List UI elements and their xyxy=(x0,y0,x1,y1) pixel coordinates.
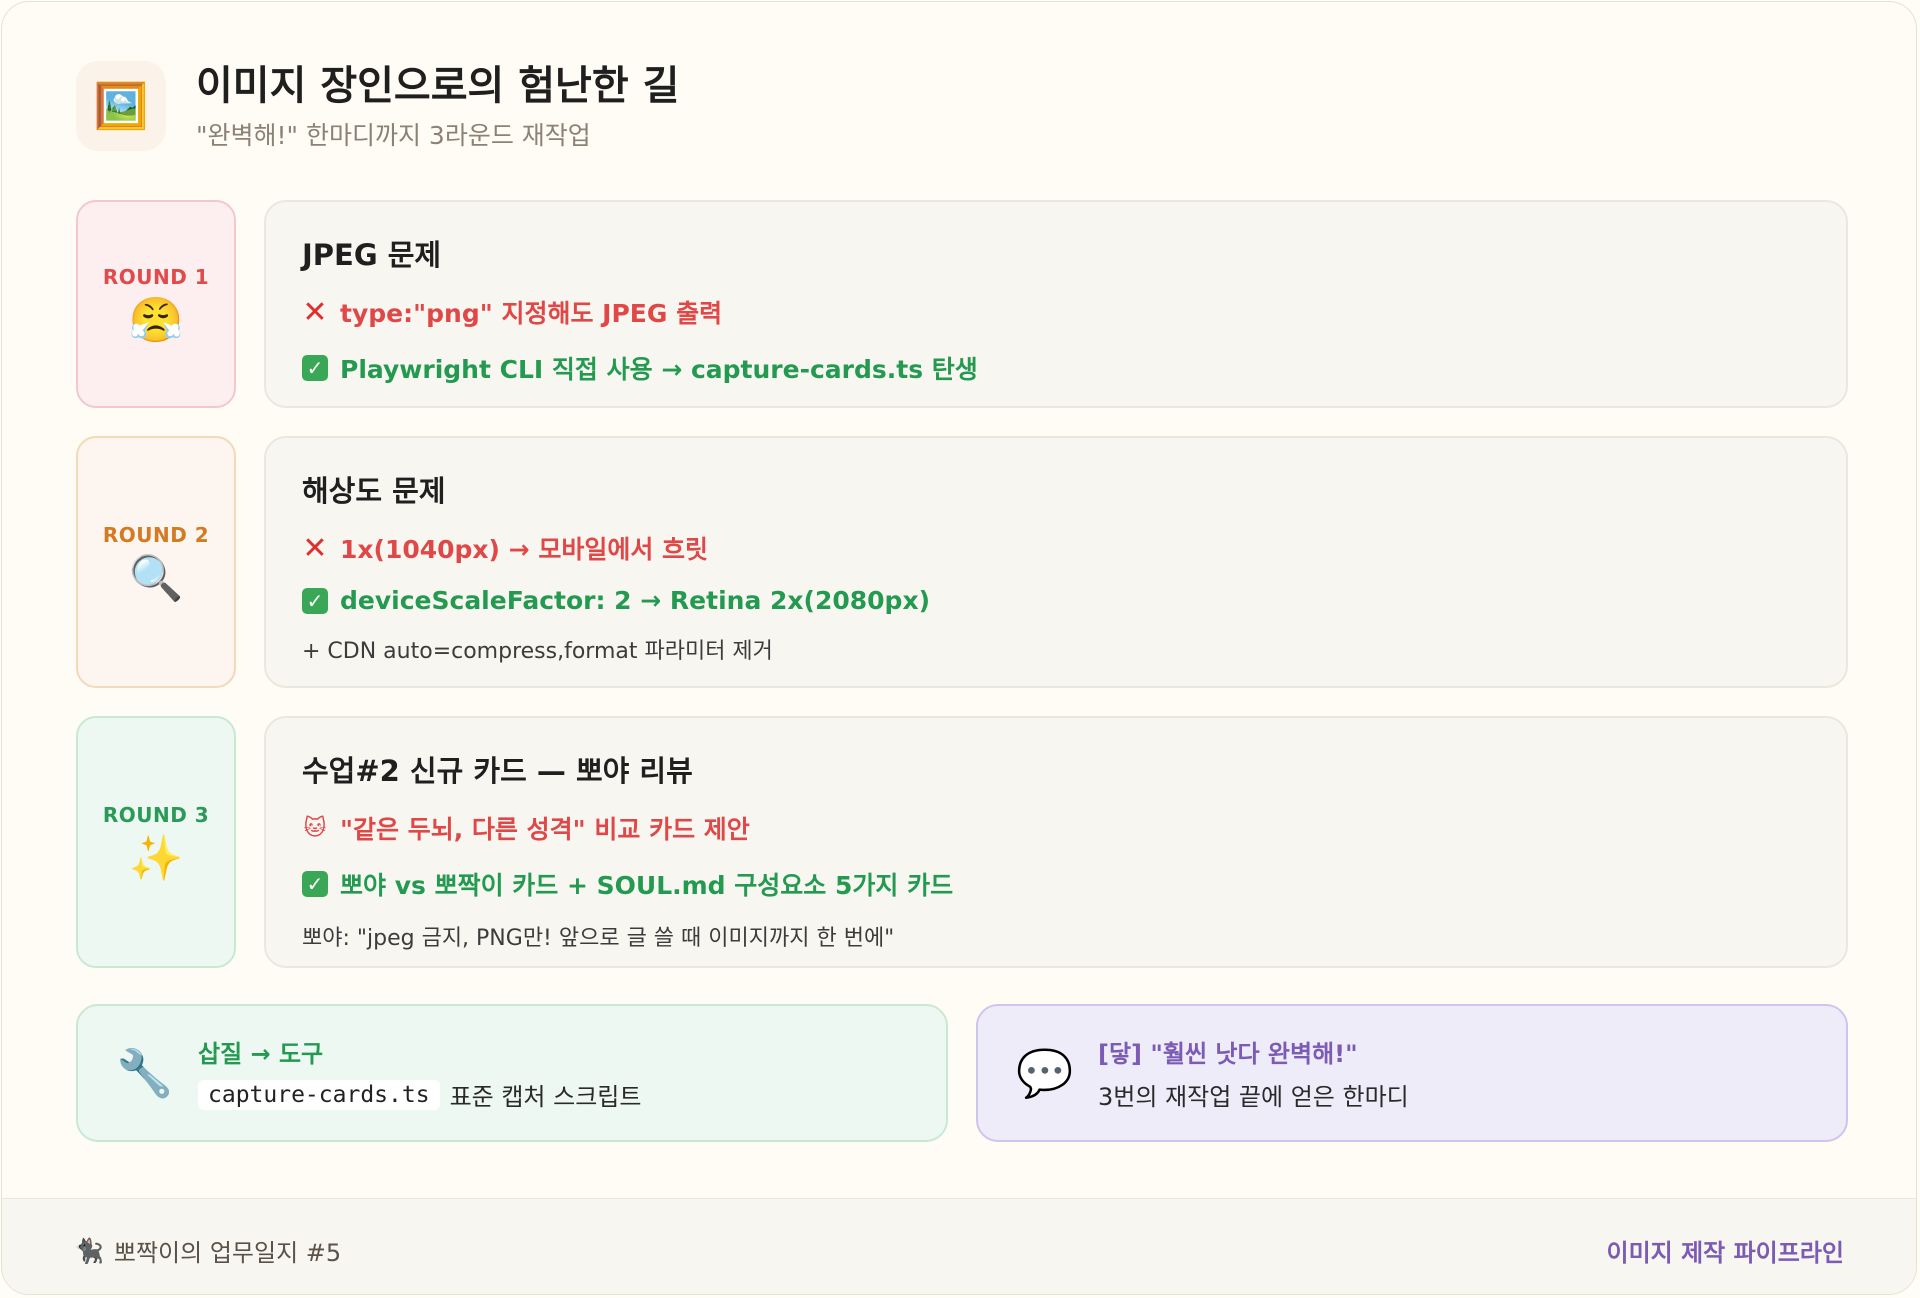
cross-mark-icon: ✕ xyxy=(302,530,328,566)
header-text: 이미지 장인으로의 험난한 길 "완벽해!" 한마디까지 3라운드 재작업 xyxy=(196,60,679,152)
problem-line: ✕ 1x(1040px) → 모바일에서 흐릿 xyxy=(302,530,1810,566)
check-mark-icon: ✓ xyxy=(302,355,328,381)
solution-line: ✓ Playwright CLI 직접 사용 → capture-cards.t… xyxy=(302,350,1810,386)
header: 🖼️ 이미지 장인으로의 험난한 길 "완벽해!" 한마디까지 3라운드 재작업 xyxy=(76,60,679,152)
suggestion-text: "같은 두뇌, 다른 성격" 비교 카드 제안 xyxy=(340,815,750,844)
round-2-badge: ROUND 2 🔍 xyxy=(76,436,236,688)
round-1-badge: ROUND 1 😤 xyxy=(76,200,236,408)
quote-desc: 3번의 재작업 끝에 얻은 한마디 xyxy=(1098,1083,1409,1111)
problem-text: type:"png" 지정해도 JPEG 출력 xyxy=(340,299,723,328)
quote-box: 💬 [닿] "훨씬 낫다 완벽해!" 3번의 재작업 끝에 얻은 한마디 xyxy=(976,1004,1848,1142)
sparkles-icon: ✨ xyxy=(128,833,184,884)
footer-category: 이미지 제작 파이프라인 xyxy=(1606,1239,1844,1267)
tool-summary-text: 삽질 → 도구 capture-cards.ts 표준 캡처 스크립트 xyxy=(198,1034,641,1112)
tool-summary-desc: 표준 캡처 스크립트 xyxy=(449,1083,642,1111)
tool-summary-title: 삽질 → 도구 xyxy=(198,1040,324,1068)
round-3-card: 수업#2 신규 카드 — 뽀야 리뷰 🐱 "같은 두뇌, 다른 성격" 비교 카… xyxy=(264,716,1848,968)
footer: 🐈‍⬛ 뽀짝이의 업무일지 #5 이미지 제작 파이프라인 xyxy=(2,1198,1916,1294)
page-title: 이미지 장인으로의 험난한 길 xyxy=(196,63,680,109)
round-label: ROUND 1 xyxy=(102,265,210,289)
check-mark-icon: ✓ xyxy=(302,871,328,897)
round-2-card: 해상도 문제 ✕ 1x(1040px) → 모바일에서 흐릿 ✓ deviceS… xyxy=(264,436,1848,688)
speech-bubble-icon: 💬 xyxy=(1016,1045,1074,1100)
solution-text: Playwright CLI 직접 사용 → capture-cards.ts … xyxy=(340,355,978,384)
solution-line: ✓ deviceScaleFactor: 2 → Retina 2x(2080p… xyxy=(302,586,1810,615)
problem-text: 1x(1040px) → 모바일에서 흐릿 xyxy=(340,535,709,564)
suggestion-line: 🐱 "같은 두뇌, 다른 성격" 비교 카드 제안 xyxy=(302,810,1810,846)
check-mark-icon: ✓ xyxy=(302,587,328,614)
solution-text: 뽀야 vs 뽀짝이 카드 + SOUL.md 구성요소 5가지 카드 xyxy=(340,871,954,900)
magnifier-icon: 🔍 xyxy=(128,553,184,604)
footer-left: 🐈‍⬛ 뽀짝이의 업무일지 #5 xyxy=(74,1233,341,1268)
round-title: 수업#2 신규 카드 — 뽀야 리뷰 xyxy=(302,754,693,788)
page-subtitle: "완벽해!" 한마디까지 3라운드 재작업 xyxy=(196,121,591,150)
tool-summary-box: 🔧 삽질 → 도구 capture-cards.ts 표준 캡처 스크립트 xyxy=(76,1004,948,1142)
round-title: JPEG 문제 xyxy=(302,238,442,272)
round-label: ROUND 2 xyxy=(102,523,210,547)
black-cat-icon: 🐈‍⬛ xyxy=(74,1236,104,1265)
quote-text: [닿] "훨씬 낫다 완벽해!" 3번의 재작업 끝에 얻은 한마디 xyxy=(1098,1034,1409,1112)
cat-face-icon: 🐱 xyxy=(303,815,327,841)
card-frame: 🖼️ 이미지 장인으로의 험난한 길 "완벽해!" 한마디까지 3라운드 재작업… xyxy=(1,1,1917,1295)
journal-label: 뽀짝이의 업무일지 #5 xyxy=(113,1239,342,1267)
problem-line: ✕ type:"png" 지정해도 JPEG 출력 xyxy=(302,294,1810,330)
round-label: ROUND 3 xyxy=(102,803,210,827)
frustrated-face-icon: 😤 xyxy=(128,295,184,346)
solution-line: ✓ 뽀야 vs 뽀짝이 카드 + SOUL.md 구성요소 5가지 카드 xyxy=(302,866,1810,902)
framed-picture-icon: 🖼️ xyxy=(76,61,166,151)
round-1-card: JPEG 문제 ✕ type:"png" 지정해도 JPEG 출력 ✓ Play… xyxy=(264,200,1848,408)
round-note: 뽀야: "jpeg 금지, PNG만! 앞으로 글 쓸 때 이미지까지 한 번에… xyxy=(302,926,895,951)
tool-summary-line: capture-cards.ts 표준 캡처 스크립트 xyxy=(198,1077,641,1112)
quote-title: [닿] "훨씬 낫다 완벽해!" xyxy=(1098,1040,1358,1068)
script-filename: capture-cards.ts xyxy=(198,1079,440,1110)
solution-text: deviceScaleFactor: 2 → Retina 2x(2080px) xyxy=(340,586,930,615)
round-note: + CDN auto=compress,format 파라미터 제거 xyxy=(302,639,773,664)
round-3-badge: ROUND 3 ✨ xyxy=(76,716,236,968)
round-title: 해상도 문제 xyxy=(302,474,446,508)
wrench-icon: 🔧 xyxy=(116,1045,174,1100)
cross-mark-icon: ✕ xyxy=(302,294,328,330)
